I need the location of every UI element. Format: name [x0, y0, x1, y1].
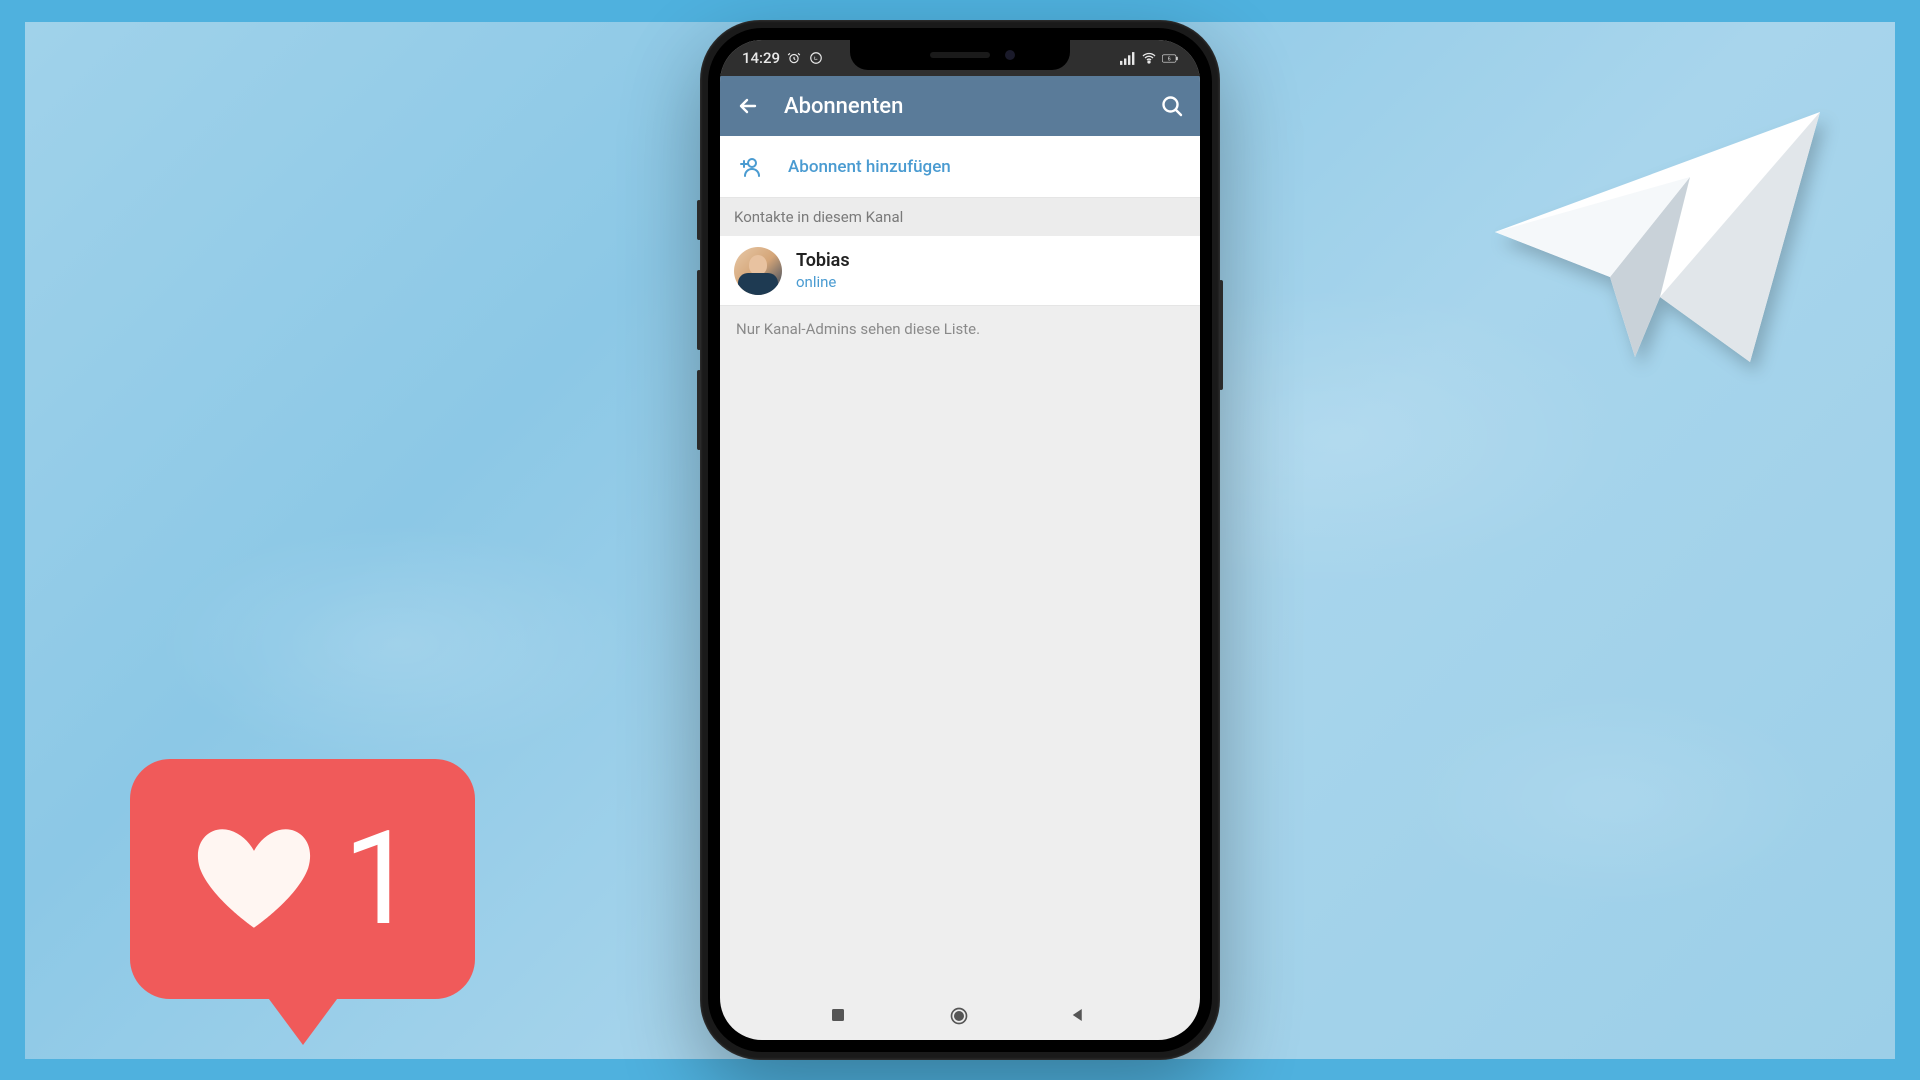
phone-frame: 14:29: [700, 20, 1220, 1060]
admin-hint: Nur Kanal-Admins sehen diese Liste.: [720, 306, 1200, 352]
search-button[interactable]: [1160, 94, 1184, 118]
power-button: [1219, 280, 1223, 390]
contact-info: Tobias online: [796, 250, 850, 291]
recents-button[interactable]: [829, 1006, 851, 1028]
alarm-icon: [786, 50, 802, 66]
like-badge: 1: [130, 759, 475, 999]
phone-inner-frame: 14:29: [708, 28, 1212, 1052]
wifi-icon: [1141, 50, 1157, 66]
add-subscriber-button[interactable]: Abonnent hinzufügen: [720, 136, 1200, 198]
whatsapp-icon: [808, 50, 824, 66]
canvas: 14:29: [25, 22, 1895, 1059]
speaker-grille: [930, 52, 990, 58]
phone-notch: [850, 40, 1070, 70]
home-button[interactable]: [949, 1006, 971, 1028]
contact-row[interactable]: Tobias online: [720, 236, 1200, 306]
like-count: 1: [343, 814, 416, 944]
back-button[interactable]: [736, 94, 760, 118]
add-subscriber-label: Abonnent hinzufügen: [788, 157, 951, 177]
status-time: 14:29: [742, 49, 780, 67]
volume-up-button: [697, 270, 701, 350]
like-bubble: 1: [130, 759, 475, 999]
contact-name: Tobias: [796, 250, 850, 271]
app-bar: Abonnenten: [720, 76, 1200, 136]
page-title: Abonnenten: [784, 94, 1136, 119]
system-nav-bar: [720, 994, 1200, 1040]
battery-icon: 6: [1162, 50, 1178, 66]
section-header: Kontakte in diesem Kanal: [720, 198, 1200, 236]
add-user-icon: [738, 155, 762, 179]
avatar: [734, 247, 782, 295]
contact-status: online: [796, 273, 850, 291]
svg-text:6: 6: [1168, 56, 1171, 62]
mute-switch: [697, 200, 701, 240]
telegram-plane-icon: [1475, 77, 1835, 397]
front-camera: [1005, 50, 1015, 60]
phone-screen: 14:29: [720, 40, 1200, 1040]
like-bubble-tail: [263, 991, 343, 1045]
volume-down-button: [697, 370, 701, 450]
back-nav-button[interactable]: [1069, 1006, 1091, 1028]
heart-icon: [189, 814, 319, 944]
signal-icon: [1120, 50, 1136, 66]
